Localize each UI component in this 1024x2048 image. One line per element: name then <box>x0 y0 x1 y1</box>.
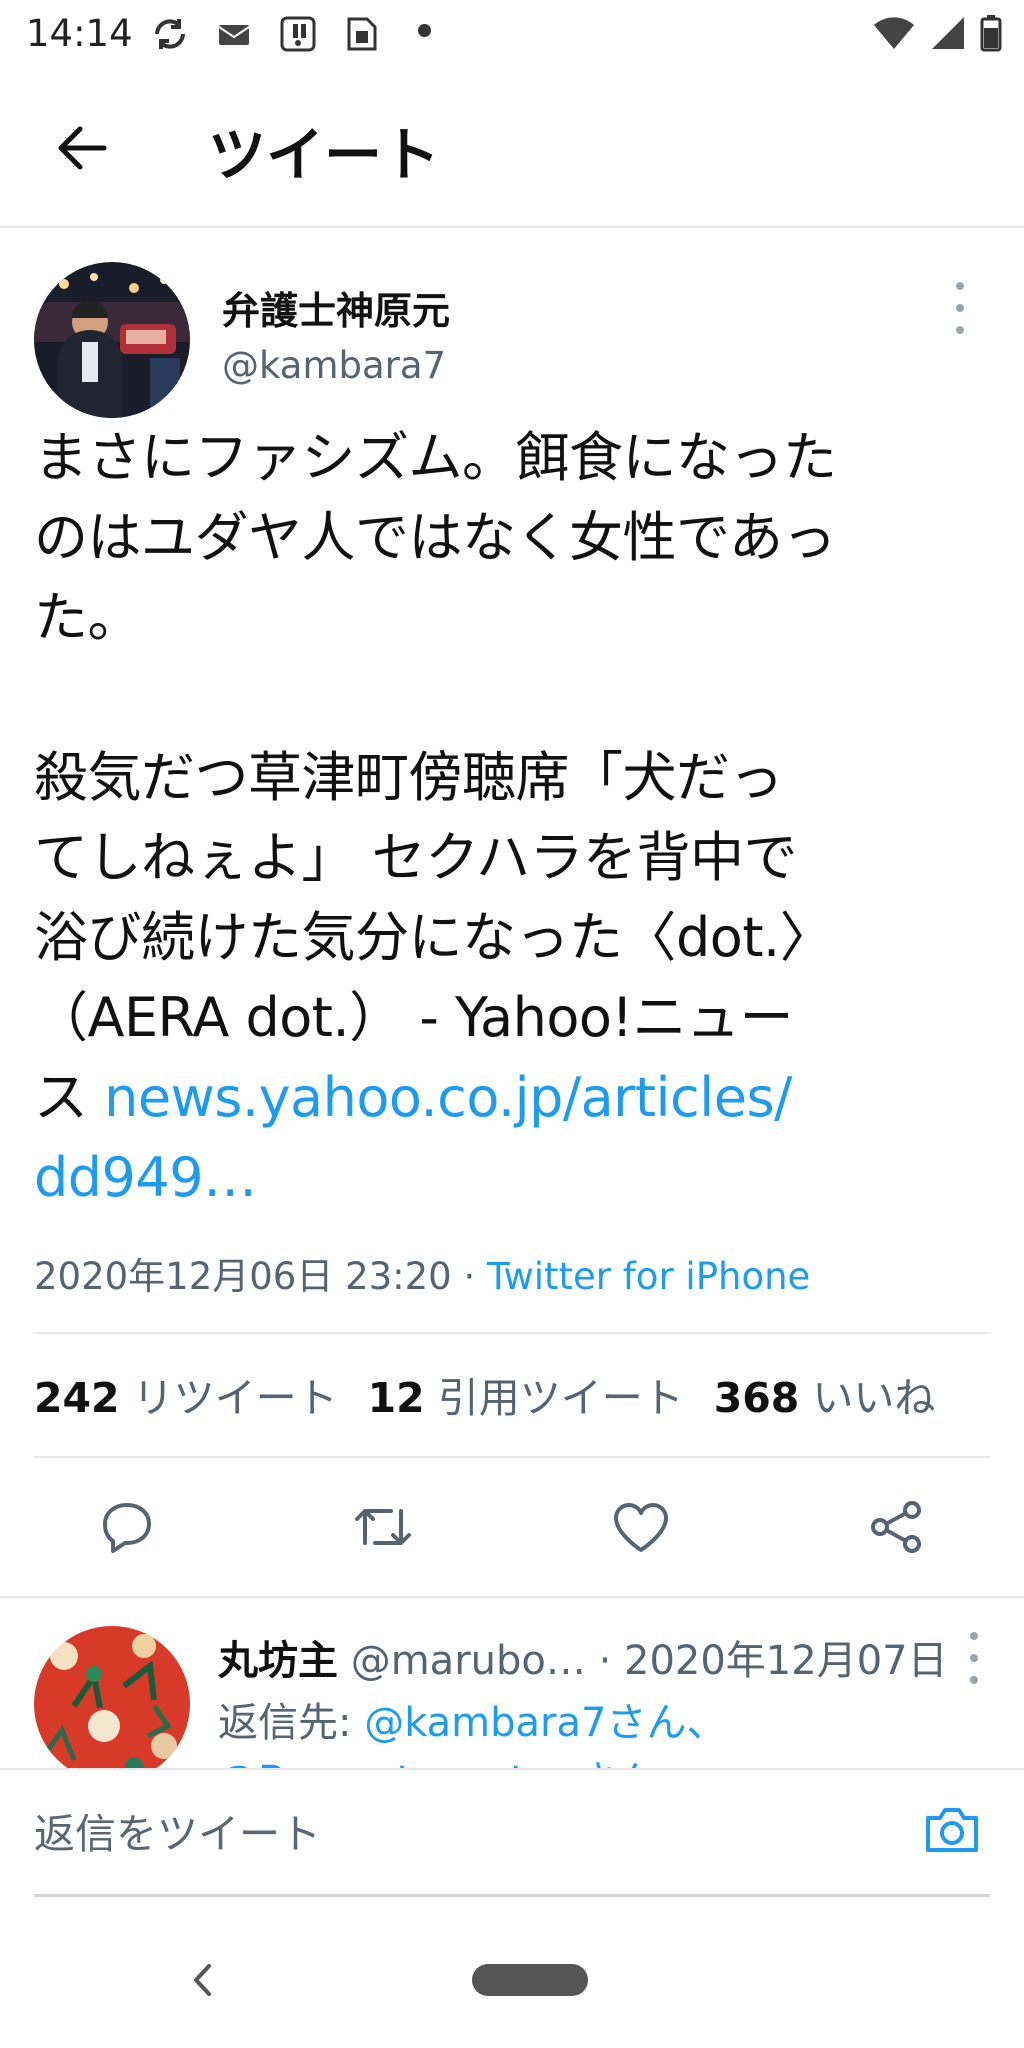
compose-underline <box>34 1894 990 1897</box>
quotes-stat[interactable]: 12 引用ツイート <box>368 1374 684 1422</box>
divider <box>34 1332 990 1334</box>
back-button[interactable] <box>46 112 118 184</box>
tweet-actions <box>0 1456 1024 1598</box>
retweets-count: 242 <box>34 1374 120 1422</box>
retweet-icon[interactable] <box>348 1492 418 1562</box>
tweet-timestamp: 2020年12月06日 23:20 · Twitter for iPhone <box>34 1246 810 1300</box>
quotes-label: 引用ツイート <box>437 1374 684 1422</box>
reply-date: · 2020年12月07日 <box>585 1638 948 1684</box>
status-time: 14:14 <box>26 12 133 55</box>
tweet-text-line: た。 <box>34 586 142 649</box>
tweet-text-line-link: ス news.yahoo.co.jp/articles/ <box>34 1058 994 1138</box>
sim-icon <box>342 14 382 54</box>
tweet-source-link[interactable]: Twitter for iPhone <box>487 1255 810 1298</box>
signal-icon <box>930 15 966 55</box>
tweet-text-line: 浴び続けた気分になった〈dot.〉 <box>34 906 834 969</box>
reply-author-name[interactable]: 丸坊主 <box>218 1638 338 1684</box>
nav-back-button[interactable] <box>182 1952 222 2008</box>
reply-compose-bar: 返信をツイート <box>0 1768 1024 1904</box>
tweet-text: まさにファシズム。餌食になった のはユダヤ人ではなく女性であっ た。 殺気だつ草… <box>34 418 994 1218</box>
page-title: ツイート <box>208 121 441 189</box>
status-system-icons <box>872 14 1002 56</box>
timestamp-separator: · <box>451 1255 488 1298</box>
tweet-text-prefix: ス <box>34 1066 105 1129</box>
battery-icon <box>980 14 1002 56</box>
reply-header: 丸坊主 @marubo… · 2020年12月07日 <box>218 1628 948 1686</box>
reply-icon[interactable] <box>92 1492 162 1562</box>
share-icon[interactable] <box>862 1492 932 1562</box>
tweet-text-line-link: dd949… <box>34 1138 994 1218</box>
likes-count: 368 <box>713 1374 800 1422</box>
sync-icon <box>150 14 190 54</box>
more-options-icon[interactable] <box>948 282 972 334</box>
reply-mention[interactable]: @kambara7さん、 <box>364 1700 726 1746</box>
status-dot <box>418 24 431 37</box>
arrow-left-icon <box>58 126 107 170</box>
nav-home-pill[interactable] <box>472 1964 588 1996</box>
status-notification-icons <box>150 14 382 54</box>
status-bar: 14:14 <box>0 0 1024 72</box>
tweet-text-line: 殺気だつ草津町傍聴席「犬だっ <box>34 746 784 809</box>
quotes-count: 12 <box>367 1374 425 1422</box>
tweet-text-line: （AERA dot.） - Yahoo!ニュー <box>34 986 794 1049</box>
author-avatar[interactable] <box>34 262 190 418</box>
reply-avatar[interactable] <box>34 1626 190 1782</box>
likes-label: いいね <box>812 1374 936 1422</box>
retweets-stat[interactable]: 242 リツイート <box>34 1374 338 1422</box>
tweet-text-line: のはユダヤ人ではなく女性であっ <box>34 506 836 569</box>
tweet-text-line <box>34 658 994 738</box>
mail-icon <box>214 14 254 54</box>
camera-icon[interactable] <box>920 1798 984 1862</box>
reply-input[interactable]: 返信をツイート <box>34 1800 321 1860</box>
likes-stat[interactable]: 368 いいね <box>714 1374 936 1422</box>
author-handle[interactable]: @kambara7 <box>222 344 446 387</box>
reply-author-handle[interactable]: @marubo… <box>351 1638 586 1684</box>
retweets-label: リツイート <box>132 1374 338 1422</box>
article-link[interactable]: news.yahoo.co.jp/articles/ <box>104 1066 792 1129</box>
article-link-continued[interactable]: dd949… <box>34 1146 257 1209</box>
reply-to-line: 返信先: @kambara7さん、 <box>218 1690 726 1748</box>
like-icon[interactable] <box>606 1492 676 1562</box>
reply-to-prefix: 返信先: <box>218 1700 365 1746</box>
timestamp-text: 2020年12月06日 23:20 <box>34 1255 452 1298</box>
author-name[interactable]: 弁護士神原元 <box>222 280 450 335</box>
app-header: ツイート <box>0 72 1024 228</box>
tweet-text-line: まさにファシズム。餌食になった <box>34 426 837 489</box>
reply-more-options-icon[interactable] <box>962 1632 986 1684</box>
wifi-icon <box>872 15 916 55</box>
tweet-stats: 242 リツイート 12 引用ツイート 368 いいね <box>34 1364 935 1424</box>
reply-mention-continued[interactable]: @Borgzatauvatanさん <box>218 1748 656 1768</box>
tweet-text-line: てしねぇよ」 セクハラを背中で <box>34 826 797 889</box>
notification-icon <box>278 14 318 54</box>
chevron-left-icon <box>194 1964 211 1996</box>
